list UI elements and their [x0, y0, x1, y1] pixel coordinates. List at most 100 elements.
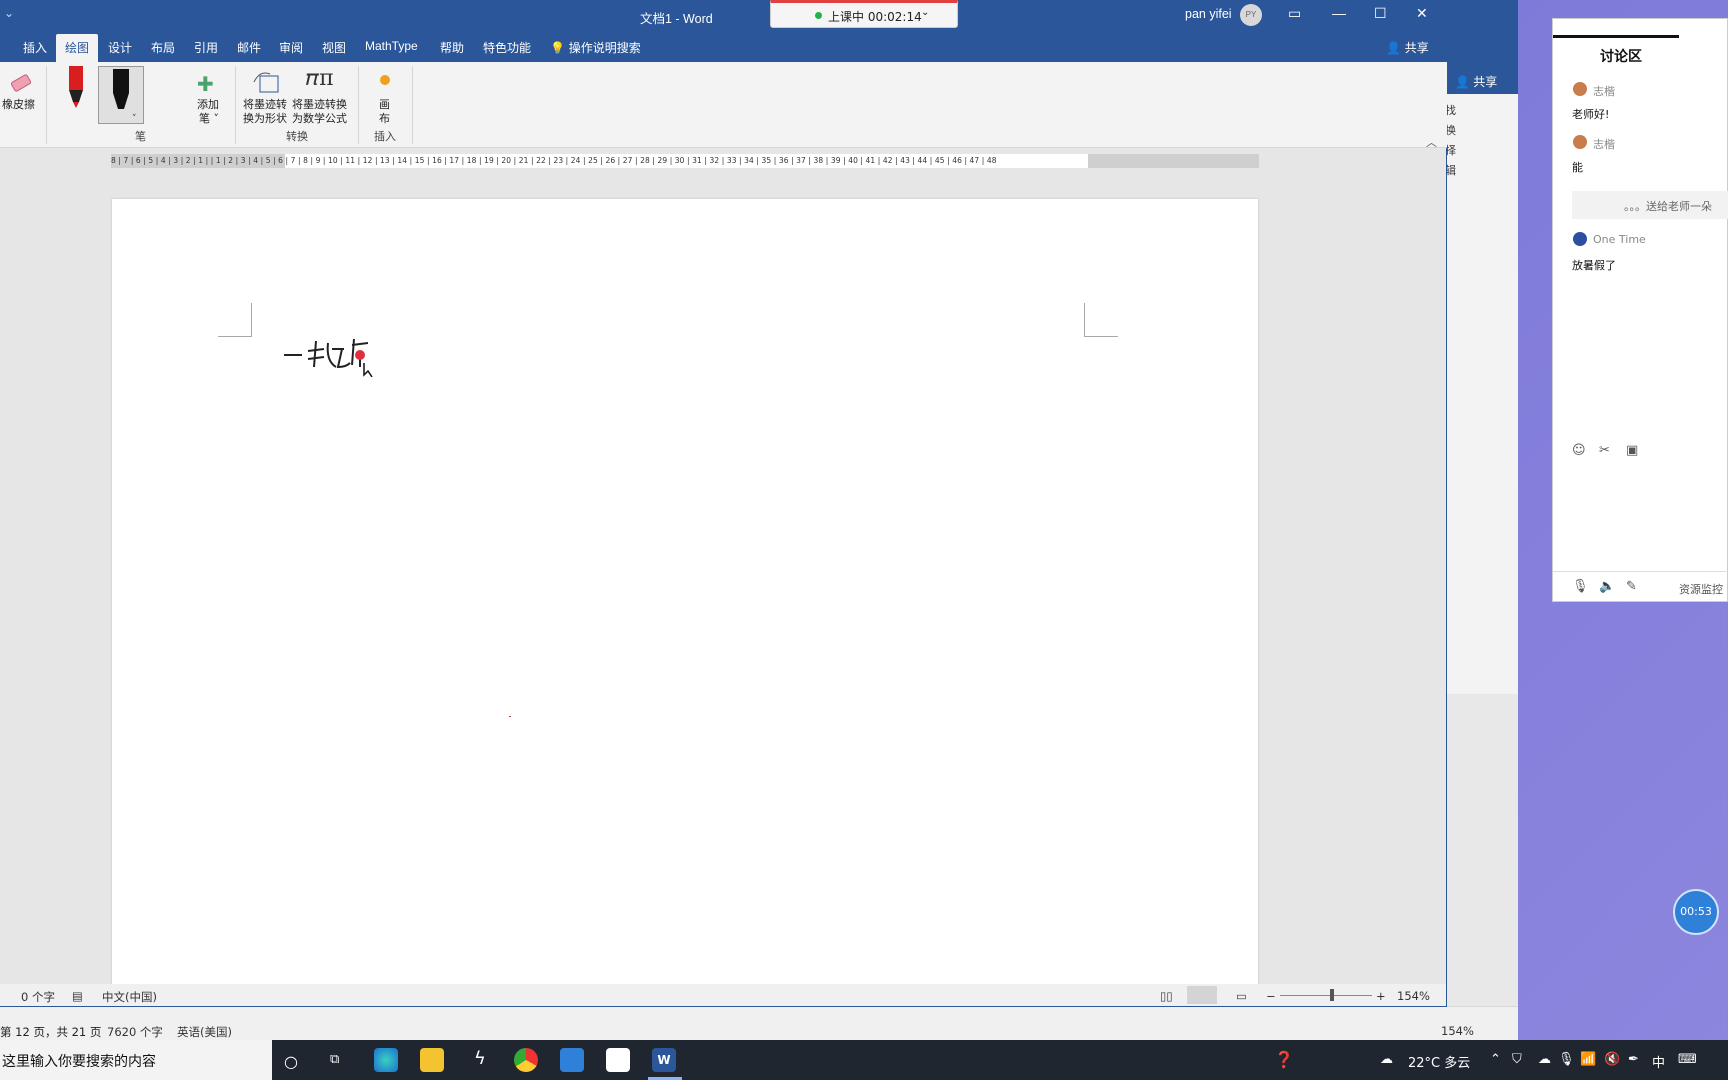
ink-dot [509, 716, 511, 717]
avatar[interactable]: PY [1240, 4, 1262, 26]
message-text: 老师好! [1572, 108, 1610, 121]
ink-to-shape-icon[interactable] [252, 68, 282, 96]
web-layout-icon[interactable]: ▭ [1236, 989, 1247, 1003]
tab-references[interactable]: 引用 [194, 39, 218, 56]
collapse-ribbon-icon[interactable]: ︿ [1426, 134, 1437, 150]
black-pen-button[interactable]: ˅ [98, 66, 144, 124]
statusbar: 0 个字 ▤ 中文(中国) ▯▯ ▭ − + 154% [0, 984, 1446, 1006]
cortana-icon[interactable]: ○ [284, 1052, 298, 1071]
tab-help[interactable]: 帮助 [440, 39, 464, 56]
handwritten-ink[interactable] [280, 333, 380, 377]
user-name[interactable]: pan yifei [1185, 7, 1232, 21]
volume-muted-icon[interactable]: 🔇 [1604, 1052, 1620, 1067]
word-count[interactable]: 0 个字 [21, 989, 55, 1005]
class-timer[interactable]: 上课中 00:02:14 ⌄ [770, 0, 958, 28]
tell-me-search[interactable]: 💡 操作说明搜索 [550, 39, 641, 56]
document-page[interactable] [112, 199, 1258, 985]
classroom-app-icon[interactable] [560, 1048, 584, 1072]
taskbar: 这里输入你要搜索的内容 ○ ⧉ ϟ W ❓ ☁ 22°C 多云 ⌃ ⛉ ☁ 🎙 … [0, 1040, 1728, 1080]
image-icon[interactable]: ▣ [1626, 443, 1638, 458]
message-author: 志楷 [1593, 85, 1615, 98]
task-view-icon[interactable]: ⧉ [330, 1052, 339, 1067]
chevron-up-icon[interactable]: ⌃ [1490, 1052, 1501, 1067]
class-timer-text: 上课中 00:02:14 [828, 10, 922, 24]
avatar [1573, 82, 1587, 96]
ime-indicator[interactable]: 中 [1652, 1052, 1665, 1071]
ribbon-display-icon[interactable]: ▭ [1288, 5, 1301, 22]
quick-access-icon[interactable]: ⌄ [4, 6, 14, 20]
tab-insert[interactable]: 插入 [23, 39, 47, 56]
file-explorer-icon[interactable] [420, 1048, 444, 1072]
countdown-timer[interactable]: 00:53 [1673, 889, 1719, 935]
ink-to-math-icon[interactable]: 𝜋π [306, 66, 334, 91]
tab-special[interactable]: 特色功能 [483, 39, 531, 56]
tab-review[interactable]: 审阅 [279, 39, 303, 56]
tab-draw[interactable]: 绘图 [56, 34, 99, 62]
microphone-icon[interactable]: 🎙 [1558, 1052, 1575, 1067]
taskbar-search[interactable]: 这里输入你要搜索的内容 [0, 1040, 272, 1080]
titlebar: ⌄ 文档1 - Word pan yifei PY ▭ — ☐ ✕ [0, 0, 1447, 30]
microphone-icon[interactable]: 🎙 [1572, 579, 1589, 594]
discussion-title[interactable]: 讨论区 [1600, 46, 1642, 66]
chevron-down-icon[interactable]: ⌄ [921, 7, 929, 18]
margin-mark [251, 303, 252, 337]
divider [235, 66, 236, 144]
ink-to-shape-label: 将墨迹转 [243, 98, 287, 111]
app-icon[interactable]: ϟ [474, 1048, 486, 1069]
chrome-icon[interactable] [514, 1048, 538, 1072]
word-count: 7620 个字 [107, 1025, 163, 1039]
plus-icon[interactable]: ✚ [197, 72, 214, 96]
read-mode-icon[interactable]: ▯▯ [1160, 989, 1173, 1003]
page-count: 第 12 页，共 21 页 [0, 1025, 102, 1039]
pen-icon[interactable]: ✒ [1628, 1052, 1639, 1067]
search-placeholder: 这里输入你要搜索的内容 [2, 1054, 156, 1070]
zoom-out-icon[interactable]: − [1266, 989, 1276, 1003]
discussion-panel: 讨论区 志楷 老师好! 志楷 能 。。。送给老师一朵 One Time 放暑假了… [1552, 18, 1728, 602]
draw-off-icon[interactable]: ✎ [1626, 579, 1637, 594]
tab-layout[interactable]: 布局 [151, 39, 175, 56]
scissors-icon[interactable]: ✂ [1599, 443, 1610, 458]
proofing-icon[interactable]: ▤ [72, 989, 83, 1003]
weather-text[interactable]: 22°C 多云 [1408, 1052, 1470, 1071]
minimize-icon[interactable]: — [1332, 5, 1346, 21]
tab-mailings[interactable]: 邮件 [237, 39, 261, 56]
horizontal-ruler[interactable]: 8 | 7 | 6 | 5 | 4 | 3 | 2 | 1 | | 1 | 2 … [111, 154, 1259, 168]
share-button[interactable]: 👤 共享 [1386, 39, 1429, 56]
tab-mathtype[interactable]: MathType [365, 39, 418, 53]
cloud-icon[interactable]: ☁ [1538, 1052, 1551, 1067]
edge-icon[interactable] [374, 1048, 398, 1072]
black-pen-icon: ˅ [113, 69, 137, 124]
canvas-icon[interactable] [380, 75, 390, 85]
message-author: One Time [1593, 233, 1646, 246]
zoom-level[interactable]: 154% [1441, 1024, 1474, 1038]
weather-icon[interactable]: ☁ [1380, 1052, 1393, 1067]
maximize-icon[interactable]: ☐ [1374, 5, 1387, 22]
eraser-button[interactable] [8, 72, 36, 99]
zoom-in-icon[interactable]: + [1376, 989, 1386, 1003]
word-icon[interactable]: W [652, 1048, 676, 1072]
language[interactable]: 英语(美国) [177, 1024, 232, 1040]
ruler-numbers: 8 | 7 | 6 | 5 | 4 | 3 | 2 | 1 | | 1 | 2 … [111, 156, 997, 165]
background-share-button[interactable]: 👤 共享 [1455, 73, 1497, 90]
speaker-icon[interactable]: 🔈 [1599, 579, 1615, 594]
tab-view[interactable]: 视图 [322, 39, 346, 56]
resource-monitor-button[interactable]: 资源监控 [1679, 581, 1723, 597]
meeting-app-icon[interactable] [606, 1048, 630, 1072]
ink-to-math-label: 将墨迹转换 [292, 98, 347, 111]
emoji-icon[interactable]: ☺ [1572, 443, 1586, 458]
print-layout-icon[interactable] [1187, 986, 1217, 1004]
zoom-slider[interactable] [1280, 995, 1372, 996]
wifi-icon[interactable]: 📶 [1580, 1052, 1596, 1067]
group-insert-label: 插入 [374, 130, 396, 143]
help-icon[interactable]: ❓ [1274, 1050, 1294, 1069]
keyboard-icon[interactable]: ⌨ [1678, 1052, 1697, 1067]
tab-design[interactable]: 设计 [108, 39, 132, 56]
svg-text:˅: ˅ [132, 114, 137, 123]
zoom-level[interactable]: 154% [1397, 989, 1430, 1003]
close-icon[interactable]: ✕ [1416, 5, 1428, 22]
zoom-slider-thumb[interactable] [1330, 989, 1334, 1001]
background-ribbon-side: 找 换 择 辑 [1440, 94, 1518, 694]
security-icon[interactable]: ⛉ [1512, 1052, 1522, 1067]
red-pen-icon[interactable] [68, 66, 84, 108]
language[interactable]: 中文(中国) [102, 989, 157, 1005]
